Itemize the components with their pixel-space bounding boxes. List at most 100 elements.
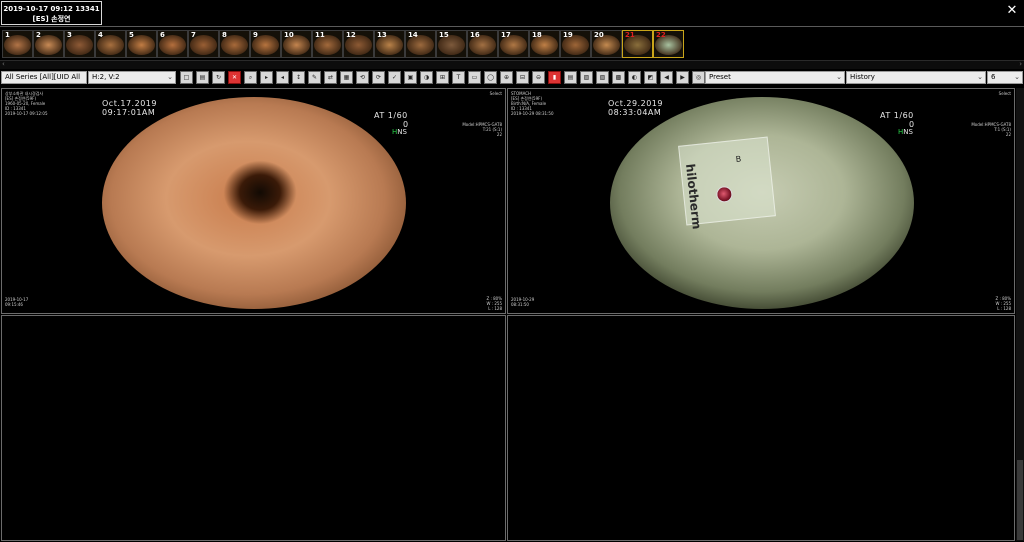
tool-button-3[interactable]: ↻: [212, 71, 225, 84]
study-datetime-id: 2019-10-17 09:12 13341: [3, 5, 100, 13]
thumbnail-5[interactable]: 5: [126, 30, 157, 58]
thumbnail-number: 16: [470, 31, 480, 39]
window-level-info: Z : 80% W : 255 L : 128: [486, 296, 502, 311]
thumbnail-18[interactable]: 18: [529, 30, 560, 58]
thumbnail-19[interactable]: 19: [560, 30, 591, 58]
patient-info: STOMACH [ES] 손정연(59F) Birth:N/A, Female …: [511, 91, 554, 116]
study-patient-name: [ES] 손정연: [32, 15, 71, 23]
tool-button-5[interactable]: ⌕: [244, 71, 257, 84]
tool-button-26[interactable]: ▨: [580, 71, 593, 84]
thumbnail-21[interactable]: 21: [622, 30, 653, 58]
tool-button-12[interactable]: ⟲: [356, 71, 369, 84]
tool-button-20[interactable]: ◯: [484, 71, 497, 84]
capture-time: 08:33:04AM: [608, 108, 662, 117]
toolbar: All Series [All][UID All H:2, V:2 ⌄ □ ▤ ↻ ✕…: [0, 70, 1024, 86]
history-select[interactable]: History ⌄: [846, 71, 986, 84]
tool-button-8[interactable]: ↕: [292, 71, 305, 84]
tool-button-25[interactable]: ▤: [564, 71, 577, 84]
thumbnail-9[interactable]: 9: [250, 30, 281, 58]
window-level-info: Z : 80% W : 255 L : 128: [995, 296, 1011, 311]
model-info: Model:HPMCS-GAT8 T:1 (S:1) 22: [971, 122, 1011, 137]
tool-button-29[interactable]: ◐: [628, 71, 641, 84]
thumbnail-13[interactable]: 13: [374, 30, 405, 58]
thumbnail-6[interactable]: 6: [157, 30, 188, 58]
tool-button-28[interactable]: ▩: [612, 71, 625, 84]
endoscopy-image-esophagus: [102, 97, 406, 309]
viewport-top-right[interactable]: hilotherm B STOMACH [ES] 손정연(59F) Birth:…: [507, 88, 1015, 314]
thumbnail-8[interactable]: 8: [219, 30, 250, 58]
thumbnail-number: 19: [563, 31, 573, 39]
close-icon[interactable]: ✕: [1006, 4, 1018, 17]
study-info-box[interactable]: 2019-10-17 09:12 13341 [ES] 손정연: [1, 1, 102, 25]
thumbnail-1[interactable]: 1: [2, 30, 33, 58]
thumbnail-16[interactable]: 16: [467, 30, 498, 58]
viewport-scrollbar[interactable]: [1016, 88, 1024, 541]
endoscopy-image-stomach: hilotherm B: [610, 97, 914, 309]
tool-button-17[interactable]: ⊞: [436, 71, 449, 84]
thumbnail-3[interactable]: 3: [64, 30, 95, 58]
hns-indicator: HNS: [392, 128, 407, 136]
tool-button-13[interactable]: ⟳: [372, 71, 385, 84]
tool-button-32[interactable]: ▶: [676, 71, 689, 84]
marker-dot: [715, 185, 734, 204]
scroll-right-icon[interactable]: ›: [1019, 60, 1022, 68]
tool-button-21[interactable]: ⊕: [500, 71, 513, 84]
tool-button-9[interactable]: ✎: [308, 71, 321, 84]
thumbnail-number: 21: [625, 31, 635, 39]
tool-button-30[interactable]: ◩: [644, 71, 657, 84]
tool-button-1[interactable]: □: [180, 71, 193, 84]
tool-button-22[interactable]: ⊟: [516, 71, 529, 84]
tool-button-24[interactable]: ▮: [548, 71, 561, 84]
thumbnail-number: 4: [98, 31, 103, 39]
thumbnail-7[interactable]: 7: [188, 30, 219, 58]
tool-button-16[interactable]: ◑: [420, 71, 433, 84]
thumbnail-number: 1: [5, 31, 10, 39]
scroll-left-icon[interactable]: ‹: [2, 60, 5, 68]
preset-select-value: Preset: [709, 73, 731, 81]
thumbnail-10[interactable]: 10: [281, 30, 312, 58]
thumbnail-20[interactable]: 20: [591, 30, 622, 58]
tool-button-7[interactable]: ◂: [276, 71, 289, 84]
thumbnail-11[interactable]: 11: [312, 30, 343, 58]
chevron-down-icon: ⌄: [167, 73, 173, 81]
tool-button-15[interactable]: ▣: [404, 71, 417, 84]
tool-button-6[interactable]: ▸: [260, 71, 273, 84]
tool-button-19[interactable]: ▭: [468, 71, 481, 84]
tool-button-31[interactable]: ◀: [660, 71, 673, 84]
layout-select[interactable]: H:2, V:2 ⌄: [88, 71, 176, 84]
thumbnail-22[interactable]: 22: [653, 30, 684, 58]
marker-card-letter: B: [735, 154, 742, 164]
thumbnail-2[interactable]: 2: [33, 30, 64, 58]
tool-button-23[interactable]: ⊖: [532, 71, 545, 84]
chevron-down-icon: ⌄: [977, 73, 983, 81]
tool-dropdown-icon[interactable]: ▾: [694, 72, 697, 79]
tool-button-14[interactable]: ✓: [388, 71, 401, 84]
thumbnail-4[interactable]: 4: [95, 30, 126, 58]
preset-select[interactable]: Preset ⌄: [705, 71, 845, 84]
tool-button-2[interactable]: ▤: [196, 71, 209, 84]
tool-button-27[interactable]: ▧: [596, 71, 609, 84]
thumbnail-number: 3: [67, 31, 72, 39]
tool-button-10[interactable]: ⇄: [324, 71, 337, 84]
thumbnail-number: 6: [160, 31, 165, 39]
viewport-bottom-left[interactable]: [1, 315, 506, 541]
thumbnail-12[interactable]: 12: [343, 30, 374, 58]
thumbnail-17[interactable]: 17: [498, 30, 529, 58]
thumbnail-number: 12: [346, 31, 356, 39]
thumbnail-15[interactable]: 15: [436, 30, 467, 58]
tool-button-4[interactable]: ✕: [228, 71, 241, 84]
select-label: Select: [489, 91, 502, 96]
viewport-top-left[interactable]: 상부소화관 내시경검사 [ES] 손정연(59F) 1960-05-20, Fe…: [1, 88, 506, 314]
thumbnail-14[interactable]: 14: [405, 30, 436, 58]
patient-info: 상부소화관 내시경검사 [ES] 손정연(59F) 1960-05-20, Fe…: [5, 91, 48, 116]
series-select[interactable]: All Series [All][UID All: [1, 71, 87, 84]
tool-button-11[interactable]: ▦: [340, 71, 353, 84]
count-select[interactable]: 6 ⌄: [987, 71, 1023, 84]
viewport-bottom-right[interactable]: [507, 315, 1015, 541]
thumbnail-number: 7: [191, 31, 196, 39]
exposure-value: AT 1/60: [880, 111, 914, 120]
tool-button-18[interactable]: T: [452, 71, 465, 84]
history-select-value: History: [850, 73, 875, 81]
thumbnail-scrollbar[interactable]: ‹ ›: [0, 60, 1024, 69]
viewport-scrollbar-thumb[interactable]: [1017, 460, 1023, 540]
